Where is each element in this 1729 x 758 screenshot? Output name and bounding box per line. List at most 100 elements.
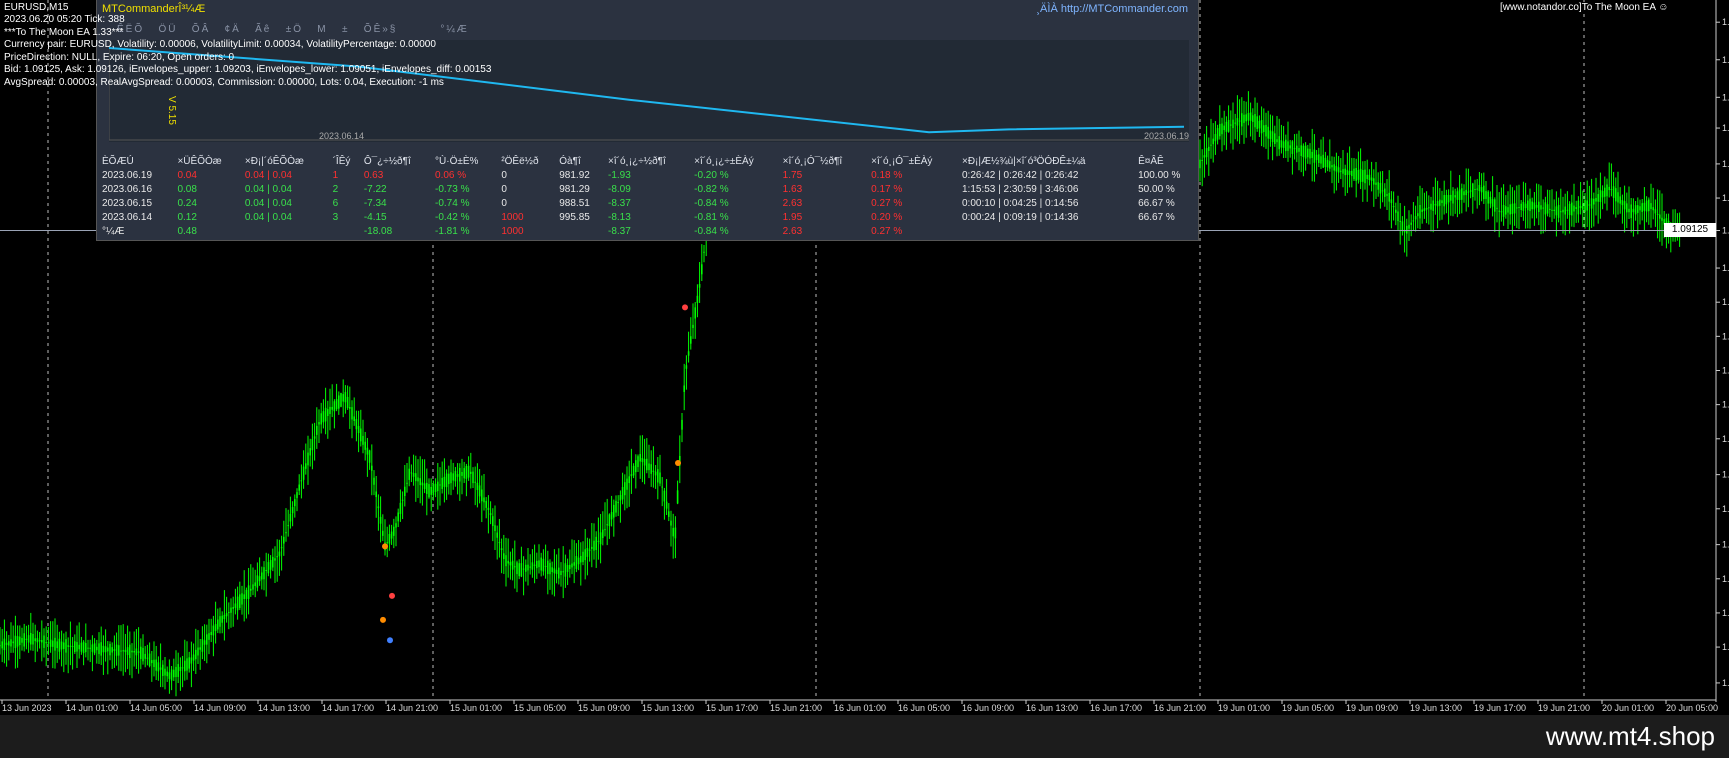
stats-cell — [957, 225, 1133, 239]
candle-body — [309, 448, 311, 456]
candle-body — [236, 596, 239, 611]
info-line: PriceDirection: NULL, Expire: 06:20, Ope… — [4, 51, 235, 63]
stats-cell: 2 — [332, 184, 339, 195]
candle-body — [1454, 195, 1456, 198]
candle-body — [1465, 189, 1467, 196]
trade-marker — [382, 543, 388, 550]
candle-body — [87, 647, 89, 649]
stats-cell: -0.81 % — [694, 212, 729, 223]
candle-body — [357, 426, 360, 434]
candle-body — [1302, 145, 1305, 158]
candle-body — [382, 530, 384, 536]
y-tick-label: 1.08205 — [1722, 540, 1729, 550]
stats-cell: -0.74 % — [435, 198, 470, 209]
candle-body — [1650, 203, 1652, 210]
stats-cell: 1:15:53 | 2:30:59 | 3:46:06 — [961, 184, 1079, 195]
panel-tabs[interactable]: ÊËÕ ÖÜ ÕÂ ¢Ä Ãê ±Ö M ± ÕÊ»§ °¼Æ — [117, 24, 469, 36]
candle-body — [1362, 170, 1364, 182]
candle-body — [665, 501, 668, 509]
candle-body — [626, 478, 628, 490]
candle-body — [56, 641, 58, 649]
mtcommander-panel: MTCommanderÎ³¼Æ ¸ÄÌÀ http://MTCommander.… — [96, 0, 1199, 241]
candle-body — [1346, 169, 1349, 175]
candle-body — [1478, 184, 1481, 192]
candle-body — [1597, 194, 1599, 202]
candle-body — [575, 556, 578, 569]
candle-body — [571, 563, 573, 568]
candle-body — [593, 540, 595, 551]
candle-body — [1375, 182, 1377, 185]
candle-body — [1656, 213, 1659, 215]
candle-body — [278, 551, 281, 557]
candle-body — [1428, 207, 1430, 209]
trade-marker — [682, 304, 688, 311]
candle-body — [531, 562, 534, 570]
y-tick-label: 1.09220 — [1722, 193, 1729, 203]
candle-body — [604, 529, 606, 531]
candle-body — [166, 671, 168, 677]
candle-body — [1586, 200, 1588, 211]
stats-header-cell: ÈÕÆÚ — [102, 156, 134, 167]
stats-row: 2023.06.19 0.04 0.04 | 0.04 1 0.63 0.06 % 0 981… — [97, 169, 1198, 183]
candle-body — [1412, 220, 1415, 222]
candle-body — [1247, 113, 1250, 121]
candle-body — [1287, 141, 1289, 151]
stats-cell: 988.51 — [559, 198, 590, 209]
candle-body — [52, 640, 54, 647]
candle-body — [21, 638, 23, 643]
y-tick-label: 1.08815 — [1722, 331, 1729, 341]
candle-body — [1491, 199, 1494, 207]
candle-body — [80, 642, 83, 652]
candle-body — [448, 473, 450, 485]
candle-body — [76, 642, 78, 652]
candle-body — [1300, 145, 1302, 156]
candle-body — [316, 425, 318, 435]
stats-total-row: °¼Æ 0.48 -18.08 -1.81 % 1000 -8.37 -0.84 % 2.63… — [97, 225, 1198, 239]
stats-cell: 995.85 — [559, 212, 590, 223]
candle-body — [1560, 211, 1562, 213]
y-tick-label: 1.08715 — [1722, 365, 1729, 375]
candle-body — [1654, 209, 1657, 214]
panel-link[interactable]: ¸ÄÌÀ http://MTCommander.com — [1036, 3, 1188, 15]
candle-body — [1410, 222, 1412, 225]
y-tick-label: 1.09425 — [1722, 123, 1729, 133]
candle-body — [648, 463, 650, 471]
candle-body — [514, 566, 516, 568]
candle-body — [1370, 177, 1373, 181]
x-tick-label: 15 Jun 17:00 — [706, 703, 758, 713]
candle-body — [657, 469, 659, 483]
candle-body — [129, 644, 131, 659]
candle-body — [608, 514, 611, 527]
panel-version: V 5.15 — [166, 96, 177, 125]
candle-body — [661, 486, 663, 488]
candle-body — [1615, 188, 1617, 202]
candle-body — [1599, 190, 1602, 202]
stats-cell: -7.34 — [363, 198, 387, 209]
candle-body — [428, 484, 430, 498]
candle-body — [485, 500, 487, 508]
candle-body — [184, 660, 186, 672]
y-tick-label: 1.08105 — [1722, 574, 1729, 584]
candle-body — [1520, 203, 1522, 211]
candle-body — [1485, 191, 1487, 199]
candle-body — [245, 589, 248, 599]
candle-body — [399, 502, 402, 514]
candle-body — [1432, 200, 1434, 211]
candle-body — [375, 491, 377, 498]
candle-body — [1513, 203, 1516, 214]
candle-body — [63, 642, 65, 649]
stats-header-cell: Ô¯¿÷½ð¶î — [363, 156, 411, 167]
stats-cell: 2.63 — [782, 198, 803, 209]
candle-body — [1456, 191, 1459, 200]
y-tick-label: 1.09735 — [1722, 17, 1729, 27]
stats-cell: -1.81 % — [435, 226, 470, 237]
candle-body — [243, 594, 245, 600]
candle-body — [701, 264, 703, 275]
candle-body — [318, 422, 320, 425]
candle-body — [1509, 204, 1511, 215]
x-tick-label: 16 Jun 05:00 — [898, 703, 950, 713]
candle-body — [1579, 206, 1582, 209]
candle-body — [234, 603, 237, 608]
candle-body — [1208, 146, 1210, 151]
candle-body — [100, 642, 102, 656]
